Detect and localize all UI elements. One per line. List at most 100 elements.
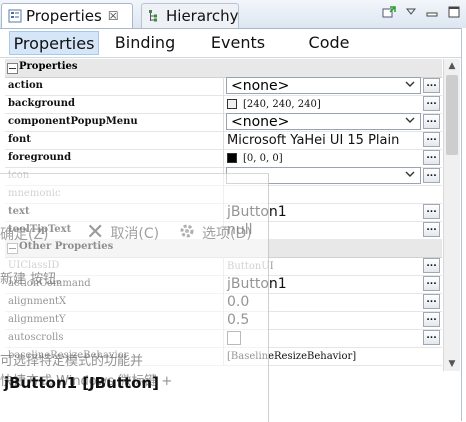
property-row-autoscrolls[interactable]: autoscrolls ... [5, 329, 442, 348]
scroll-down-icon[interactable]: ▼ [444, 357, 460, 371]
edit-button[interactable]: ... [423, 294, 440, 309]
property-name: componentPopupMenu [8, 116, 138, 127]
tab-hierarchy-label: Hierarchy [166, 7, 239, 25]
column-divider [223, 149, 224, 167]
column-divider [223, 167, 224, 185]
property-name: font [8, 134, 31, 145]
view-tab-strip: Properties ☒ Hierarchy [0, 0, 466, 29]
edit-button[interactable]: ... [423, 96, 440, 111]
edit-button[interactable]: ... [423, 222, 440, 237]
property-row-mnemonic[interactable]: mnemonic [5, 185, 442, 204]
edit-button[interactable]: ... [423, 150, 440, 165]
property-row-actionCommand[interactable]: actionCommand jButton1 ... [5, 275, 442, 294]
column-divider [223, 347, 224, 365]
new-window-icon[interactable] [382, 6, 396, 21]
hierarchy-icon [148, 9, 162, 23]
edit-button[interactable]: ... [423, 78, 440, 93]
property-name: UIClassID [8, 260, 60, 271]
column-divider [223, 131, 224, 149]
property-row-icon[interactable]: icon ... [5, 167, 442, 186]
properties-icon [8, 9, 22, 23]
property-row-background[interactable]: background [240, 240, 240] ... [5, 95, 442, 114]
alignment-y-value[interactable]: 0.5 [227, 312, 249, 328]
edit-button[interactable]: ... [423, 330, 440, 345]
property-row-baselineResizeBehavior[interactable]: baselineResizeBehavior [BaselineResizeBe… [5, 347, 442, 366]
subtab-binding[interactable]: Binding [106, 31, 184, 53]
panel-border [461, 28, 466, 421]
property-row-text[interactable]: text jButton1 ... [5, 203, 442, 222]
subtab-code[interactable]: Code [295, 31, 363, 53]
selected-component-label: jButton1 [JButton] [4, 374, 159, 392]
color-swatch [227, 99, 237, 109]
property-row-UIClassID[interactable]: UIClassID ButtonUI ... [5, 257, 442, 276]
edit-button[interactable]: ... [423, 168, 440, 183]
minimize-icon[interactable] [426, 6, 438, 21]
tooltip-value[interactable]: null [227, 222, 253, 238]
column-divider [223, 311, 224, 329]
column-divider [223, 203, 224, 221]
chevron-down-icon[interactable] [405, 170, 415, 181]
collapse-icon[interactable] [7, 243, 18, 254]
alignment-x-value[interactable]: 0.0 [227, 294, 249, 310]
property-row-componentPopupMenu[interactable]: componentPopupMenu <none> ... [5, 113, 442, 132]
tab-hierarchy[interactable]: Hierarchy [141, 3, 239, 28]
column-divider [223, 95, 224, 113]
action-command-value[interactable]: jButton1 [227, 276, 287, 292]
view-menu-icon[interactable] [405, 6, 417, 21]
property-name: autoscrolls [8, 332, 64, 343]
chevron-down-icon[interactable] [405, 116, 415, 127]
chevron-down-icon[interactable] [405, 80, 415, 91]
column-divider [223, 113, 224, 131]
edit-button[interactable]: ... [423, 258, 440, 273]
property-row-alignmentY[interactable]: alignmentY 0.5 ... [5, 311, 442, 330]
edit-button[interactable]: ... [423, 312, 440, 327]
column-divider [223, 257, 224, 275]
autoscrolls-checkbox[interactable] [227, 331, 241, 345]
text-value[interactable]: jButton1 [227, 204, 287, 220]
tab-properties[interactable]: Properties ☒ [1, 3, 133, 28]
property-row-action[interactable]: action <none> ... [5, 77, 442, 96]
property-name: foreground [8, 152, 72, 163]
font-value: Microsoft YaHei UI 15 Plain [227, 132, 400, 148]
column-divider [223, 329, 224, 347]
property-row-toolTipText[interactable]: toolTipText null ... [5, 221, 442, 240]
color-value: [0, 0, 0] [227, 150, 283, 166]
subtab-properties[interactable]: Properties [9, 31, 99, 55]
close-icon[interactable]: ☒ [108, 9, 119, 23]
vertical-scrollbar[interactable]: ▲ ▼ [443, 59, 460, 371]
property-name: icon [8, 170, 30, 181]
baseline-value: [BaselineResizeBehavior] [227, 350, 357, 362]
group-other-properties[interactable]: Other Properties [5, 239, 442, 258]
popup-menu-combo[interactable]: <none> [226, 113, 421, 130]
column-divider [223, 293, 224, 311]
column-divider [223, 77, 224, 95]
color-value-text: [240, 240, 240] [243, 98, 321, 110]
property-name: alignmentX [8, 296, 67, 307]
collapse-icon[interactable] [7, 63, 18, 74]
property-name: actionCommand [8, 278, 91, 289]
property-subtabs: Properties Binding Events Code [0, 29, 466, 58]
edit-button[interactable]: ... [423, 114, 440, 129]
edit-button[interactable]: ... [423, 204, 440, 219]
action-combo[interactable]: <none> [226, 77, 421, 94]
property-row-alignmentX[interactable]: alignmentX 0.0 ... [5, 293, 442, 312]
combo-value: <none> [231, 78, 290, 94]
property-name: toolTipText [8, 224, 72, 235]
edit-button[interactable]: ... [423, 132, 440, 147]
subtab-events[interactable]: Events [200, 31, 276, 53]
property-row-foreground[interactable]: foreground [0, 0, 0] ... [5, 149, 442, 168]
group-label: Properties [19, 61, 78, 72]
scroll-up-icon[interactable]: ▲ [444, 59, 460, 73]
property-name: mnemonic [8, 188, 61, 199]
group-properties[interactable]: Properties [5, 59, 442, 78]
uiclassid-value: ButtonUI [227, 260, 274, 272]
maximize-icon[interactable] [448, 6, 460, 21]
scroll-thumb[interactable] [446, 75, 458, 155]
edit-button[interactable]: ... [423, 276, 440, 291]
property-row-font[interactable]: font Microsoft YaHei UI 15 Plain ... [5, 131, 442, 150]
view-toolbar [382, 6, 460, 21]
icon-combo[interactable] [226, 167, 421, 184]
color-value-text: [0, 0, 0] [243, 152, 283, 164]
color-swatch [227, 153, 237, 163]
combo-value: <none> [231, 114, 290, 130]
